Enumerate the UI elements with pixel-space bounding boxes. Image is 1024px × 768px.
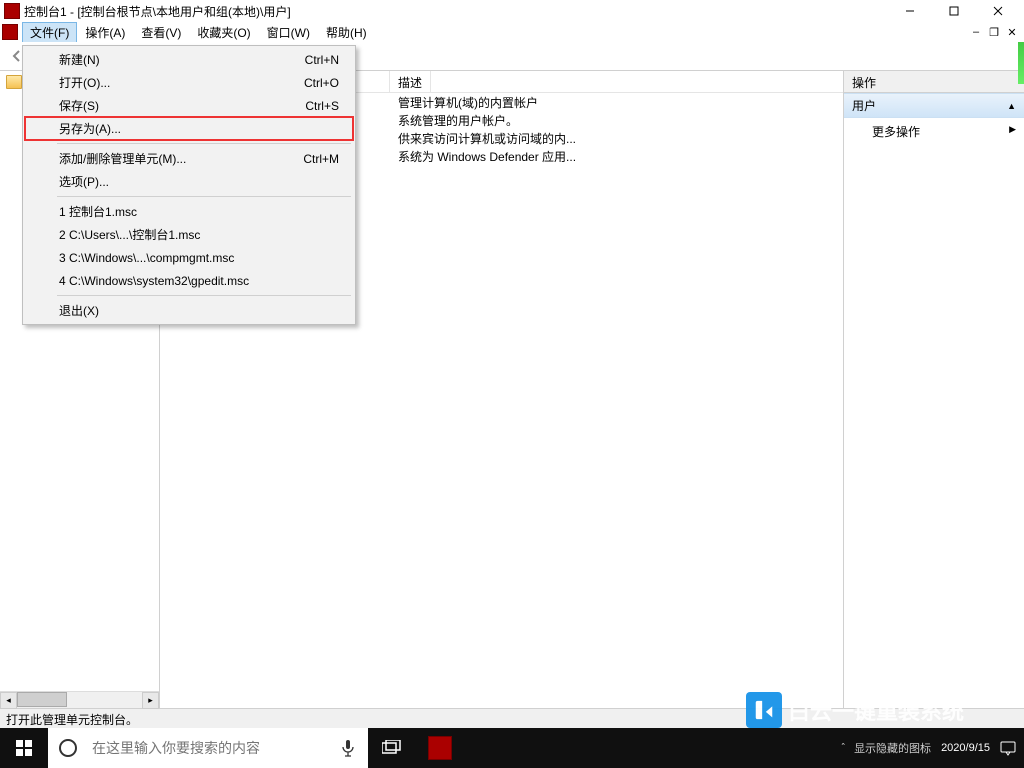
menu-item-add-remove-snapin[interactable]: 添加/删除管理单元(M)...Ctrl+M xyxy=(25,147,353,170)
menu-item-recent-3[interactable]: 3 C:\Windows\...\compmgmt.msc xyxy=(25,246,353,269)
taskbar-search[interactable] xyxy=(48,728,368,768)
cortana-icon[interactable] xyxy=(48,728,88,768)
tray-overflow-button[interactable]: ＾ xyxy=(838,741,848,756)
tray-clock[interactable]: 2020/9/15 xyxy=(937,741,994,755)
child-minimize-button[interactable]: ‒ xyxy=(968,24,984,40)
menu-favorites[interactable]: 收藏夹(O) xyxy=(189,22,258,43)
actions-category-label: 用户 xyxy=(852,97,876,114)
actions-category-users[interactable]: 用户 ▲ xyxy=(844,93,1024,118)
menu-view[interactable]: 查看(V) xyxy=(133,22,189,43)
tray-text: 显示隐藏的图标 xyxy=(854,740,931,756)
status-text: 打开此管理单元控制台。 xyxy=(6,713,138,727)
actions-more-label: 更多操作 xyxy=(872,125,920,139)
menubar: 文件(F) 操作(A) 查看(V) 收藏夹(O) 窗口(W) 帮助(H) ‒ ❐… xyxy=(0,22,1024,42)
cell-desc: 管理计算机(域)的内置帐户 xyxy=(398,94,538,111)
taskbar: ＾ 显示隐藏的图标 2020/9/15 xyxy=(0,728,1024,768)
watermark-text: 白云一键重装系统 xyxy=(788,694,964,726)
scroll-accent xyxy=(1018,42,1024,84)
menu-separator xyxy=(57,196,351,197)
close-button[interactable] xyxy=(976,0,1020,22)
horizontal-scrollbar[interactable]: ◂ ▸ xyxy=(0,691,159,708)
action-center-button[interactable] xyxy=(1000,740,1016,756)
menu-file[interactable]: 文件(F) xyxy=(22,22,77,43)
actions-pane: 操作 用户 ▲ 更多操作 ▶ xyxy=(844,71,1024,708)
scroll-right-button[interactable]: ▸ xyxy=(142,692,159,709)
menu-separator xyxy=(57,143,351,144)
start-button[interactable] xyxy=(0,728,48,768)
titlebar: 控制台1 - [控制台根节点\本地用户和组(本地)\用户] xyxy=(0,0,1024,22)
app-icon xyxy=(4,3,20,19)
menu-item-save-as[interactable]: 另存为(A)... xyxy=(25,117,353,140)
child-restore-button[interactable]: ❐ xyxy=(986,24,1002,40)
minimize-button[interactable] xyxy=(888,0,932,22)
mmc-icon xyxy=(428,736,452,760)
menu-window[interactable]: 窗口(W) xyxy=(259,22,318,43)
column-header-desc[interactable]: 描述 xyxy=(390,71,431,92)
collapse-arrow-icon: ▲ xyxy=(1007,101,1016,111)
file-menu-dropdown: 新建(N)Ctrl+N 打开(O)...Ctrl+O 保存(S)Ctrl+S 另… xyxy=(22,45,356,325)
menu-item-options[interactable]: 选项(P)... xyxy=(25,170,353,193)
watermark: 白云一键重装系统 xyxy=(746,692,964,728)
menu-item-recent-2[interactable]: 2 C:\Users\...\控制台1.msc xyxy=(25,223,353,246)
taskbar-app-mmc[interactable] xyxy=(416,728,464,768)
scroll-left-button[interactable]: ◂ xyxy=(0,692,17,709)
cell-desc: 系统为 Windows Defender 应用... xyxy=(398,148,576,165)
cell-desc: 系统管理的用户帐户。 xyxy=(398,112,518,129)
child-close-button[interactable]: ✕ xyxy=(1004,24,1020,40)
menu-item-exit[interactable]: 退出(X) xyxy=(25,299,353,322)
mmc-doc-icon xyxy=(2,24,18,40)
menu-item-new[interactable]: 新建(N)Ctrl+N xyxy=(25,48,353,71)
maximize-button[interactable] xyxy=(932,0,976,22)
system-tray: ＾ 显示隐藏的图标 2020/9/15 xyxy=(830,728,1024,768)
window-title: 控制台1 - [控制台根节点\本地用户和组(本地)\用户] xyxy=(24,3,888,20)
task-view-button[interactable] xyxy=(368,728,416,768)
scroll-thumb[interactable] xyxy=(17,692,67,707)
menu-action[interactable]: 操作(A) xyxy=(77,22,133,43)
menu-item-save[interactable]: 保存(S)Ctrl+S xyxy=(25,94,353,117)
menu-help[interactable]: 帮助(H) xyxy=(318,22,375,43)
actions-pane-header: 操作 xyxy=(844,71,1024,93)
menu-item-recent-1[interactable]: 1 控制台1.msc xyxy=(25,200,353,223)
watermark-icon xyxy=(746,692,782,728)
tray-date: 2020/9/15 xyxy=(941,741,990,755)
actions-more[interactable]: 更多操作 ▶ xyxy=(844,118,1024,145)
chevron-right-icon: ▶ xyxy=(1009,124,1016,135)
menu-separator xyxy=(57,295,351,296)
menu-item-open[interactable]: 打开(O)...Ctrl+O xyxy=(25,71,353,94)
search-input[interactable] xyxy=(88,729,328,767)
menu-item-recent-4[interactable]: 4 C:\Windows\system32\gpedit.msc xyxy=(25,269,353,292)
mic-icon[interactable] xyxy=(328,728,368,768)
folder-icon xyxy=(6,75,22,89)
cell-desc: 供来宾访问计算机或访问域的内... xyxy=(398,130,576,147)
